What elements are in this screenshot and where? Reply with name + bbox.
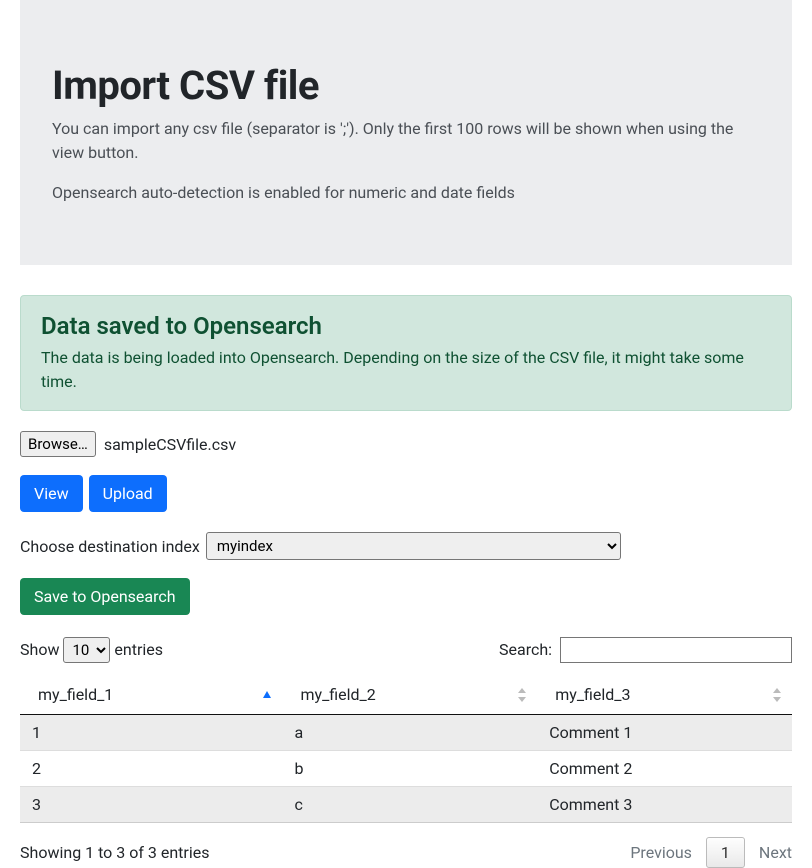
sort-both-icon	[772, 688, 782, 702]
search-control: Search:	[499, 637, 792, 663]
header-desc-1: You can import any csv file (separator i…	[52, 117, 760, 165]
view-button[interactable]: View	[20, 475, 83, 512]
header-desc-2: Opensearch auto-detection is enabled for…	[52, 181, 760, 205]
table-cell: Comment 3	[537, 787, 792, 823]
page-title: Import CSV file	[52, 62, 760, 109]
table-cell: 3	[20, 787, 282, 823]
alert-success: Data saved to Opensearch The data is bei…	[20, 295, 792, 411]
table-cell: Comment 1	[537, 715, 792, 751]
table-cell: b	[282, 751, 537, 787]
destination-select[interactable]: myindex	[206, 532, 621, 560]
column-header[interactable]: my_field_1	[20, 675, 282, 715]
next-page[interactable]: Next	[759, 843, 792, 862]
previous-page[interactable]: Previous	[630, 843, 692, 862]
length-control: Show 10 entries	[20, 637, 163, 663]
save-button[interactable]: Save to Opensearch	[20, 578, 190, 615]
data-table: my_field_1 my_field_2 my_field_3	[20, 675, 792, 823]
file-picker-row: Browse… sampleCSVfile.csv	[20, 431, 792, 457]
sort-both-icon	[517, 688, 527, 702]
length-select[interactable]: 10	[63, 637, 110, 663]
selected-filename: sampleCSVfile.csv	[104, 435, 236, 454]
column-header[interactable]: my_field_3	[537, 675, 792, 715]
sort-asc-icon	[262, 690, 272, 700]
table-row: 2 b Comment 2	[20, 751, 792, 787]
header-panel: Import CSV file You can import any csv f…	[20, 0, 792, 265]
browse-button[interactable]: Browse…	[20, 431, 96, 457]
table-cell: a	[282, 715, 537, 751]
column-header[interactable]: my_field_2	[282, 675, 537, 715]
table-row: 1 a Comment 1	[20, 715, 792, 751]
search-input[interactable]	[560, 637, 792, 663]
table-cell: 1	[20, 715, 282, 751]
table-row: 3 c Comment 3	[20, 787, 792, 823]
alert-body: The data is being loaded into Opensearch…	[41, 346, 771, 394]
table-cell: c	[282, 787, 537, 823]
destination-label: Choose destination index	[20, 537, 200, 556]
search-label: Search:	[499, 640, 552, 659]
alert-title: Data saved to Opensearch	[41, 312, 771, 340]
table-cell: Comment 2	[537, 751, 792, 787]
table-info: Showing 1 to 3 of 3 entries	[20, 843, 209, 862]
table-cell: 2	[20, 751, 282, 787]
upload-button[interactable]: Upload	[89, 475, 167, 512]
